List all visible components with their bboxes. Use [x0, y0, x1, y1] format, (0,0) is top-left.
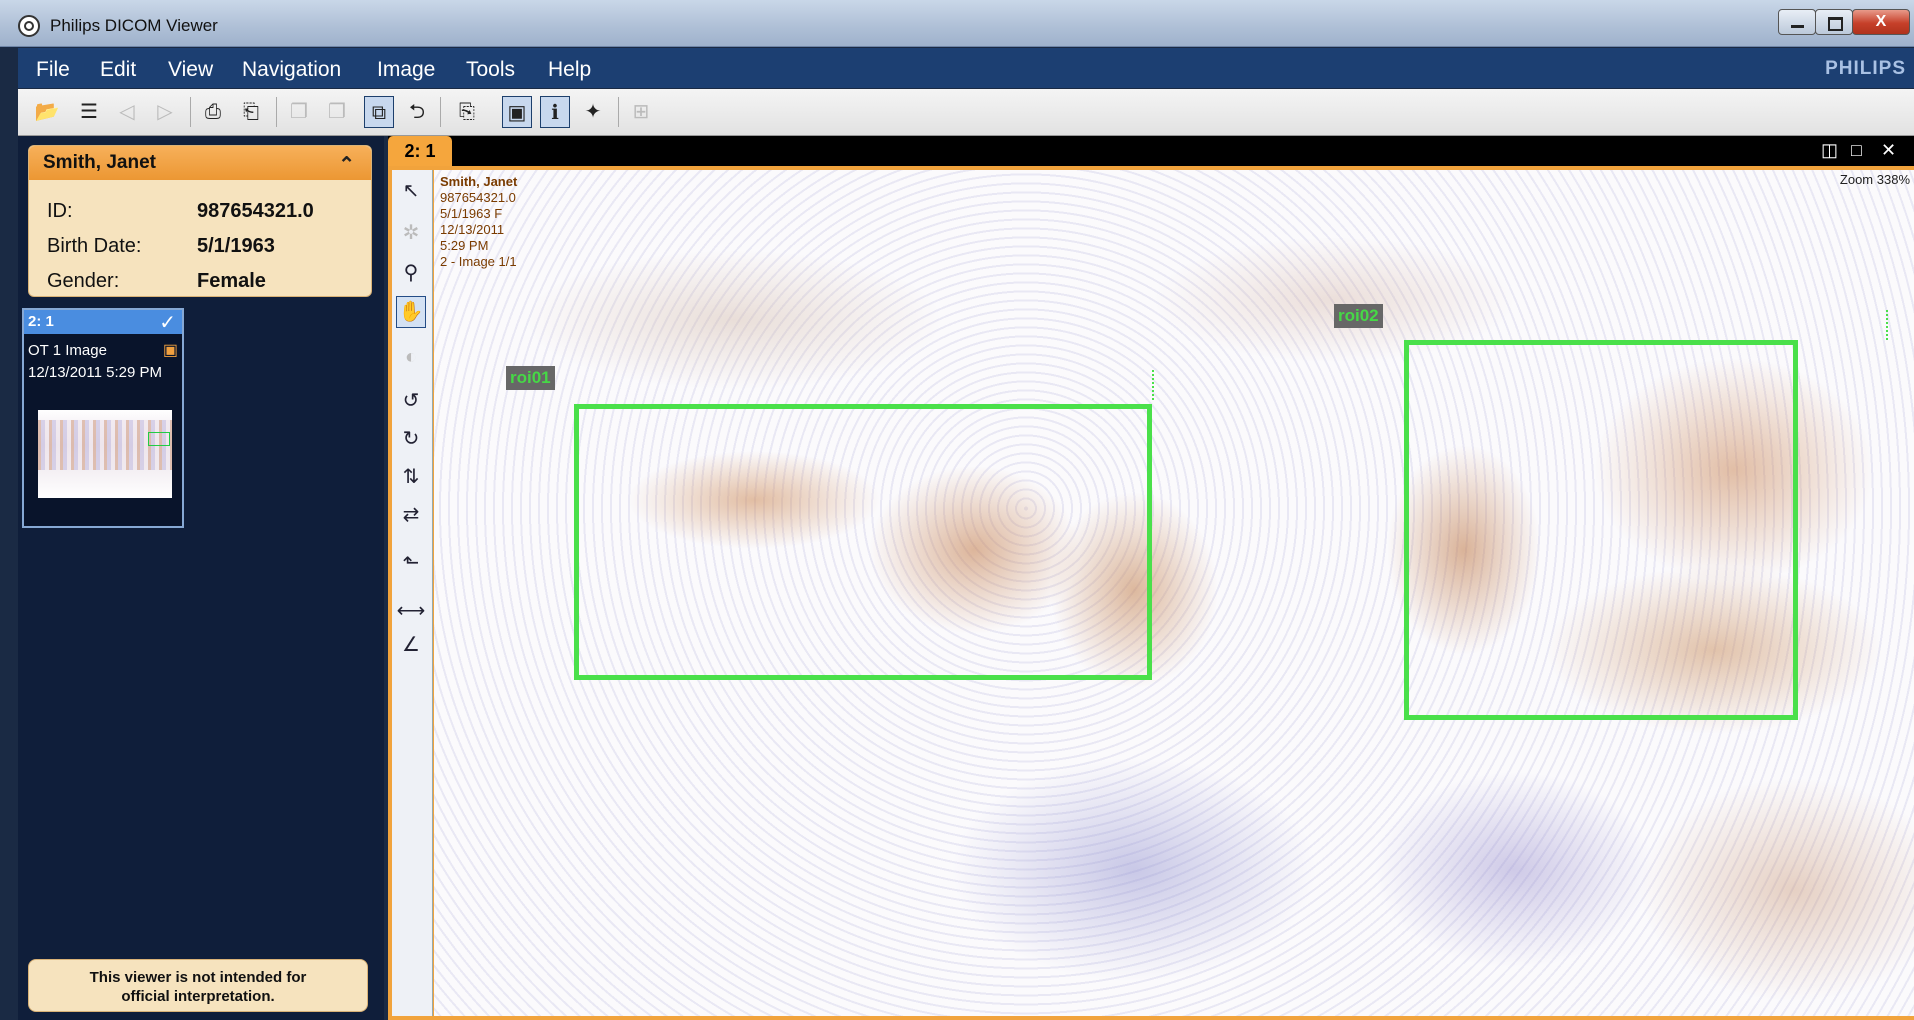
roi-rectangle[interactable] [574, 404, 1152, 680]
window-level-icon[interactable]: ◐ [396, 342, 426, 374]
patient-list-icon[interactable]: ☰ [74, 96, 104, 128]
patient-name: Smith, Janet [43, 152, 156, 173]
brand-logo: PHILIPS [1825, 58, 1906, 79]
window-title: Philips DICOM Viewer [50, 16, 218, 35]
viewer-tab-bar: 2: 1 ◫ □ ✕ [388, 136, 1914, 166]
next-study-icon[interactable]: ▷ [150, 96, 180, 128]
roi-label[interactable]: roi02 [1334, 304, 1383, 328]
menu-tools[interactable]: Tools [466, 58, 515, 82]
menu-image[interactable]: Image [377, 58, 435, 82]
overlay-birth-gender: 5/1/1963 F [440, 206, 503, 221]
gender-value: Female [197, 270, 266, 292]
disclaimer-box: This viewer is not intended for official… [28, 959, 368, 1012]
series-datetime: 12/13/2011 5:29 PM [28, 364, 162, 381]
left-panel: Smith, Janet ⌃ ID: 987654321.0 Birth Dat… [18, 136, 384, 1020]
open-folder-icon[interactable]: 📂 [32, 96, 62, 128]
link-series-icon[interactable]: ⧉ [364, 96, 394, 128]
gender-label: Gender: [47, 270, 120, 292]
roi-label[interactable]: roi01 [506, 366, 555, 390]
print-icon[interactable]: ⎙ [198, 96, 228, 128]
disclaimer-line-1: This viewer is not intended for [89, 969, 307, 986]
prev-study-icon[interactable]: ◁ [112, 96, 142, 128]
maximize-button[interactable] [1815, 9, 1853, 35]
tool-strip: ↖ ✲ ⚲ ✋ ◐ ↺ ↻ ⇅ ⇄ ⬑ ⟷ ∠ [392, 170, 433, 1016]
thumbnail-image[interactable] [38, 410, 172, 498]
patient-card: Smith, Janet ⌃ ID: 987654321.0 Birth Dat… [28, 145, 372, 297]
rotate-left-icon[interactable]: ↺ [396, 386, 426, 418]
prev-image-icon[interactable]: ❐ [284, 96, 314, 128]
print-preview-icon[interactable]: ⎗ [236, 96, 266, 128]
zoom-level: Zoom 338% [1839, 172, 1910, 187]
minimize-button[interactable] [1778, 9, 1816, 35]
magnify-icon[interactable]: ⚲ [396, 258, 426, 290]
roi-handle[interactable] [1886, 310, 1890, 340]
patient-id-label: ID: [47, 200, 73, 222]
rotate-right-icon[interactable]: ↻ [396, 424, 426, 456]
image-viewport[interactable]: Smith, Janet 987654321.0 5/1/1963 F 12/1… [434, 170, 1914, 1016]
birth-date-value: 5/1/1963 [197, 235, 275, 257]
checkmark-icon: ✓ [159, 312, 176, 334]
crosshair-icon[interactable]: ✲ [396, 218, 426, 250]
birth-date-label: Birth Date: [47, 235, 142, 257]
layout-icon[interactable]: ⊞ [626, 96, 656, 128]
viewer-tab[interactable]: 2: 1 [388, 136, 452, 166]
flip-horizontal-icon[interactable]: ⇄ [396, 500, 426, 532]
reset-icon[interactable]: ⬑ [396, 548, 426, 580]
overlay-info: Smith, Janet 987654321.0 5/1/1963 F 12/1… [440, 174, 517, 270]
camera-icon: ▣ [162, 342, 178, 359]
pan-hand-icon[interactable]: ✋ [396, 296, 426, 328]
maximize-view-icon[interactable]: □ [1851, 140, 1862, 161]
close-view-icon[interactable]: ✕ [1881, 140, 1896, 161]
sync-icon[interactable]: ⮌ [402, 96, 432, 128]
menu-file[interactable]: File [36, 58, 70, 82]
collapse-chevron-icon[interactable]: ⌃ [338, 152, 355, 177]
measure-distance-icon[interactable]: ⟷ [396, 596, 426, 628]
info-icon[interactable]: ℹ [540, 96, 570, 128]
select-arrow-icon[interactable]: ↖ [396, 176, 426, 208]
copy-icon[interactable]: ⎘ [452, 96, 482, 128]
series-header: 2: 1 ✓ [24, 310, 182, 334]
menu-bar: File Edit View Navigation Image Tools He… [18, 48, 1914, 88]
close-button[interactable]: X [1852, 9, 1910, 35]
patient-header[interactable]: Smith, Janet ⌃ [29, 146, 371, 180]
next-image-icon[interactable]: ❐ [322, 96, 352, 128]
menu-view[interactable]: View [168, 58, 213, 82]
title-bar: Philips DICOM Viewer X [0, 0, 1914, 47]
overlay-study-date: 12/13/2011 [440, 222, 505, 237]
overlay-study-time: 5:29 PM [440, 238, 489, 253]
toolbar: 📂 ☰ ◁ ▷ ⎙ ⎗ ❐ ❐ ⧉ ⮌ ⎘ ▣ ℹ ✦ ⊞ [18, 89, 1914, 136]
flip-vertical-icon[interactable]: ⇅ [396, 462, 426, 494]
menu-edit[interactable]: Edit [100, 58, 136, 82]
roi-handle[interactable] [1152, 370, 1156, 400]
patient-id-value: 987654321.0 [197, 200, 314, 222]
disclaimer-line-2: official interpretation. [121, 988, 275, 1005]
overlay-patient-name: Smith, Janet [440, 174, 518, 189]
overlay-patient-id: 987654321.0 [440, 190, 516, 205]
app-logo-icon [18, 15, 40, 37]
roi-rectangle[interactable] [1404, 340, 1798, 720]
fit-window-icon[interactable]: ▣ [502, 96, 532, 128]
series-thumbnail[interactable]: 2: 1 ✓ OT 1 Image ▣ 12/13/2011 5:29 PM [22, 308, 184, 528]
split-view-icon[interactable]: ◫ [1821, 140, 1838, 161]
overlay-image-number: 2 - Image 1/1 [440, 254, 517, 269]
series-description: OT 1 Image [28, 342, 107, 359]
measure-angle-icon[interactable]: ∠ [396, 630, 426, 662]
annotation-toggle-icon[interactable]: ✦ [578, 96, 608, 128]
menu-help[interactable]: Help [548, 58, 591, 82]
menu-navigation[interactable]: Navigation [242, 58, 341, 82]
series-label: 2: 1 [28, 313, 54, 330]
